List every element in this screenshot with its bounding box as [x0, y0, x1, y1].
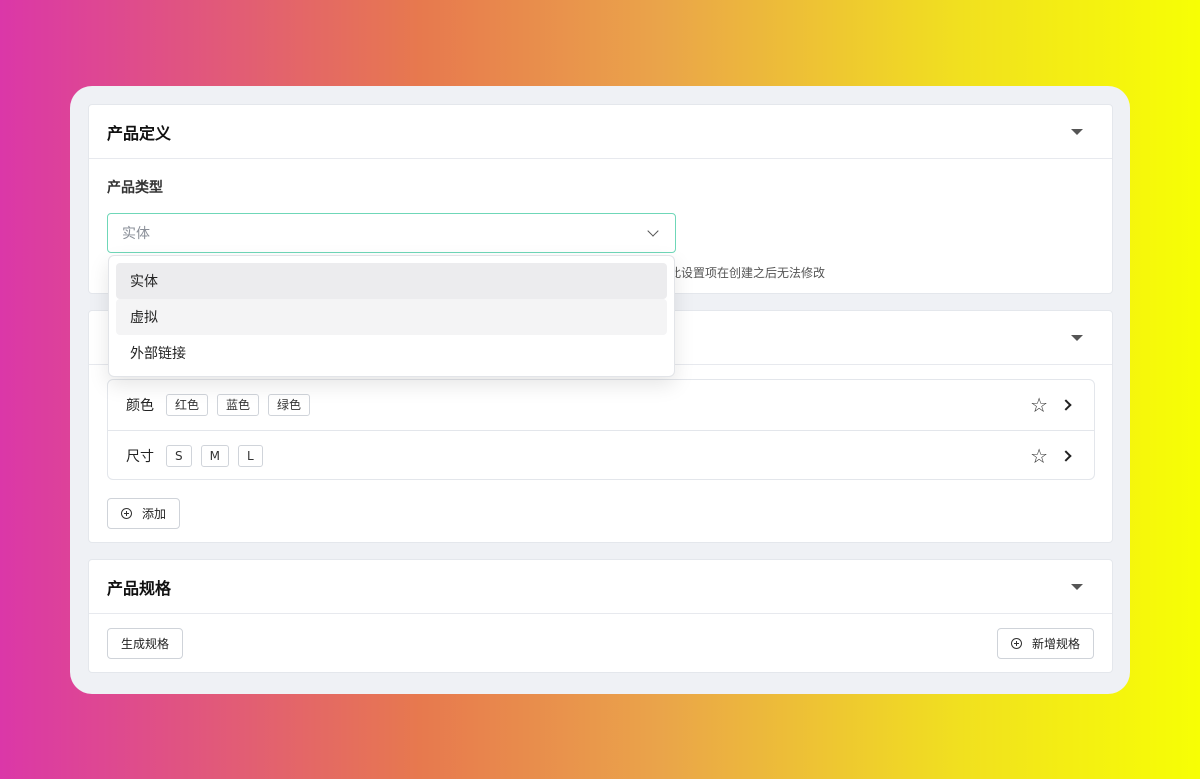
- product-type-select[interactable]: 实体: [107, 213, 676, 253]
- attribute-tag: 红色: [166, 394, 209, 416]
- attribute-list: 颜色 红色 蓝色 绿色 ☆ 尺寸 S M L ☆: [107, 379, 1095, 480]
- attribute-tag: 绿色: [268, 394, 311, 416]
- generate-specs-button[interactable]: 生成规格: [107, 628, 184, 659]
- dropdown-option[interactable]: 实体: [116, 263, 667, 299]
- star-icon[interactable]: ☆: [1030, 446, 1048, 466]
- product-specs-header[interactable]: 产品规格: [89, 560, 1112, 614]
- attribute-tag: 蓝色: [217, 394, 260, 416]
- dropdown-option[interactable]: 虚拟: [116, 299, 667, 335]
- product-definition-title: 产品定义: [107, 123, 172, 143]
- attribute-row-color[interactable]: 颜色 红色 蓝色 绿色 ☆: [108, 380, 1094, 430]
- plus-circle-icon: [1010, 638, 1022, 649]
- product-specs-card: 产品规格 生成规格 新增规格: [88, 559, 1113, 673]
- add-attribute-button[interactable]: 添加: [107, 498, 181, 529]
- attribute-label: 尺寸: [126, 448, 154, 465]
- add-attribute-label: 添加: [142, 507, 167, 521]
- attribute-tag: L: [237, 444, 263, 467]
- chevron-right-icon[interactable]: [1060, 399, 1072, 411]
- product-type-dropdown: 实体 虚拟 外部链接: [108, 255, 675, 377]
- attribute-tag: S: [166, 444, 192, 467]
- attribute-row-size[interactable]: 尺寸 S M L ☆: [108, 430, 1094, 480]
- new-spec-button[interactable]: 新增规格: [996, 628, 1094, 659]
- product-specs-title: 产品规格: [107, 578, 172, 598]
- product-type-select-value: 实体: [122, 226, 150, 242]
- chevron-down-icon: [647, 225, 659, 237]
- collapse-caret-icon[interactable]: [1071, 128, 1083, 135]
- attribute-tag: M: [200, 444, 229, 467]
- star-icon[interactable]: ☆: [1030, 395, 1048, 415]
- new-spec-label: 新增规格: [1031, 637, 1080, 651]
- row-actions: ☆: [1030, 446, 1076, 466]
- row-actions: ☆: [1030, 395, 1076, 415]
- product-definition-header[interactable]: 产品定义: [89, 105, 1112, 159]
- product-type-hint: 此设置项在创建之后无法修改: [669, 266, 826, 280]
- plus-circle-icon: [121, 508, 132, 519]
- generate-specs-label: 生成规格: [121, 637, 170, 651]
- product-type-label: 产品类型: [107, 180, 163, 196]
- collapse-caret-icon[interactable]: [1071, 334, 1083, 341]
- attribute-label: 颜色: [126, 398, 154, 414]
- collapse-caret-icon[interactable]: [1071, 583, 1083, 590]
- chevron-right-icon[interactable]: [1060, 449, 1072, 462]
- dropdown-option[interactable]: 外部链接: [116, 335, 667, 371]
